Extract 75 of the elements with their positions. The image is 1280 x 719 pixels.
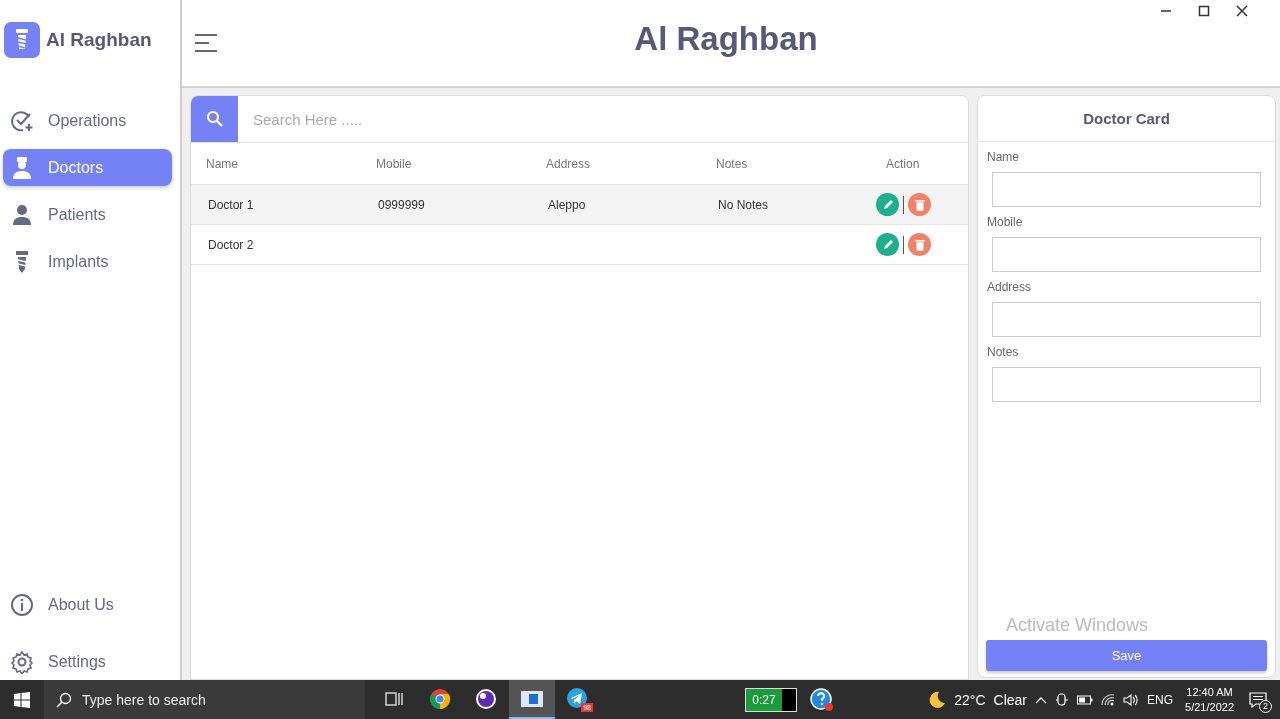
app-window-icon xyxy=(521,690,543,707)
column-header: Notes xyxy=(716,156,749,171)
sidebar-item[interactable]: Implants xyxy=(3,243,172,280)
table-cell: Aleppo xyxy=(548,197,586,212)
table-cell: Doctor 2 xyxy=(208,237,254,252)
weather-text: Clear xyxy=(993,691,1028,708)
notifications-button[interactable]: 2 xyxy=(1242,684,1274,715)
pencil-icon xyxy=(881,198,894,211)
input-field[interactable] xyxy=(992,172,1261,207)
app-circle-icon xyxy=(475,687,497,710)
moon-icon xyxy=(928,690,947,709)
field-label: Mobile xyxy=(987,215,1024,229)
temperature: 22°C xyxy=(954,691,986,708)
menu-button[interactable] xyxy=(192,31,220,55)
column-header: Address xyxy=(546,156,592,171)
edit-button[interactable] xyxy=(876,233,899,256)
save-button[interactable]: Save xyxy=(986,640,1267,671)
delete-button[interactable] xyxy=(908,193,931,216)
close-icon[interactable] xyxy=(1236,5,1248,17)
sidebar-item[interactable]: Doctors xyxy=(3,149,172,186)
battery-icon[interactable] xyxy=(1077,694,1094,705)
paper-plane-icon xyxy=(566,686,590,711)
pencil-icon xyxy=(881,238,894,251)
field-label: Notes xyxy=(987,345,1020,359)
doctor-icon xyxy=(10,155,34,180)
table-cell: 0999999 xyxy=(378,197,425,212)
device-icon[interactable] xyxy=(1055,692,1070,707)
delete-button[interactable] xyxy=(908,233,931,256)
clock-time: 12:40 AM xyxy=(1186,684,1233,700)
activation-notice: Activate Windows xyxy=(1005,615,1150,636)
input-field[interactable] xyxy=(992,237,1261,272)
battery-widget: 0:27 xyxy=(745,687,797,712)
task-view-icon xyxy=(385,690,403,707)
column-header: Mobile xyxy=(376,156,413,171)
search-icon xyxy=(56,691,72,708)
speaker-icon[interactable] xyxy=(1123,692,1140,707)
input-field[interactable] xyxy=(992,367,1261,402)
chevron-up-icon[interactable] xyxy=(1035,695,1048,704)
table-cell: No Notes xyxy=(718,197,769,212)
app-name: Al Raghban xyxy=(46,29,152,51)
clock-date: 5/21/2022 xyxy=(1185,699,1234,715)
search-button[interactable] xyxy=(191,96,238,142)
card-title: Doctor Card xyxy=(978,96,1275,142)
logo-icon xyxy=(4,22,40,58)
person-icon xyxy=(10,202,34,227)
table-cell: Doctor 1 xyxy=(208,197,254,212)
language-indicator[interactable]: ENG xyxy=(1147,692,1174,707)
field-label: Address xyxy=(987,280,1033,294)
app-title: Al Raghban xyxy=(633,20,819,58)
column-header: Name xyxy=(206,156,239,171)
menu-icon xyxy=(194,33,218,53)
table-row[interactable]: Doctor 2 xyxy=(191,225,968,265)
field-label: Name xyxy=(987,150,1020,164)
info-icon xyxy=(10,592,34,617)
taskbar-app[interactable] xyxy=(509,680,555,719)
input-field[interactable] xyxy=(992,302,1261,337)
trash-icon xyxy=(914,198,925,211)
sidebar-item[interactable]: Settings xyxy=(3,643,172,680)
browser-icon xyxy=(429,687,451,710)
column-header: Action xyxy=(886,156,921,171)
wifi-icon[interactable] xyxy=(1101,693,1116,706)
sidebar-item[interactable]: Operations xyxy=(3,102,172,139)
notification-icon xyxy=(1249,691,1267,708)
taskbar-search-field[interactable]: Type here to search xyxy=(44,680,365,719)
search-icon xyxy=(205,110,224,128)
edit-button[interactable] xyxy=(876,193,899,216)
settings-icon xyxy=(10,649,34,674)
trash-icon xyxy=(914,238,925,251)
sidebar-item[interactable]: Patients xyxy=(3,196,172,233)
help-icon[interactable] xyxy=(810,687,834,712)
windows-logo-icon xyxy=(14,691,30,708)
check-plus-icon xyxy=(10,108,34,133)
table-row[interactable]: Doctor 1 0999999 Aleppo No Notes xyxy=(191,185,968,225)
sidebar-item[interactable]: About Us xyxy=(3,586,172,623)
maximize-icon[interactable] xyxy=(1198,5,1210,17)
